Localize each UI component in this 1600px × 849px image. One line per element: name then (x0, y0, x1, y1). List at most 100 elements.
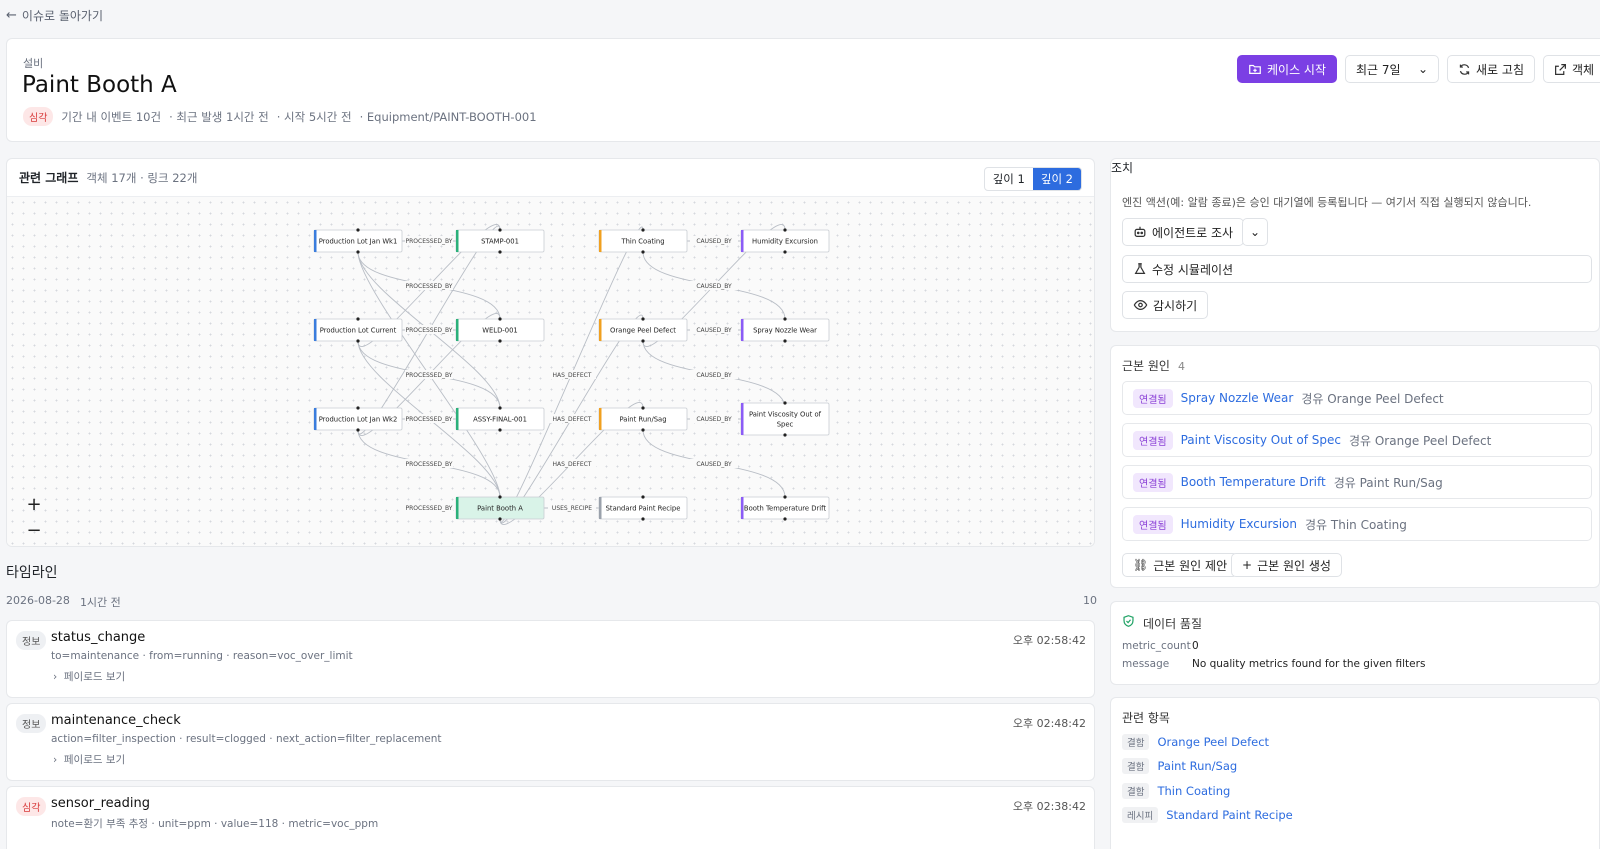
root-cause-via: 경유 Thin Coating (1304, 517, 1407, 532)
create-root-cause-button[interactable]: + 근본 원인 생성 (1231, 553, 1342, 577)
timeline-event: 심각 sensor_reading note=환기 부족 추정 · unit=p… (6, 786, 1095, 849)
root-cause-item[interactable]: 연결됨 Spray Nozzle Wear 경유 Orange Peel Def… (1122, 381, 1592, 415)
edge-label: CAUSED_BY (696, 238, 732, 245)
node-label: Production Lot Jan Wk2 (319, 416, 398, 424)
node-label: Paint Booth A (477, 505, 523, 513)
depth-toggle: 깊이 1 깊이 2 (983, 167, 1082, 191)
chevron-down-icon: ⌄ (1249, 225, 1261, 239)
node-handle (356, 406, 360, 410)
shield-check-icon (1123, 615, 1134, 627)
node-accent (314, 408, 317, 430)
node-label: Standard Paint Recipe (606, 505, 681, 513)
fit-view-icon[interactable]: ⛶ (21, 545, 47, 546)
root-cause-link[interactable]: Humidity Excursion (1181, 517, 1297, 531)
node-handle (783, 317, 787, 321)
view-payload-toggle[interactable]: › 페이로드 보기 (53, 752, 125, 767)
suggest-root-cause-button[interactable]: ⛓ 근본 원인 제안 (1122, 553, 1239, 577)
root-cause-link[interactable]: Spray Nozzle Wear (1181, 391, 1294, 405)
open-object-button[interactable]: 객체 (1543, 55, 1600, 83)
related-link[interactable]: Paint Run/Sag (1157, 759, 1237, 773)
node-accent (599, 230, 602, 252)
related-link[interactable]: Orange Peel Defect (1157, 735, 1269, 749)
node-handle (498, 317, 502, 321)
node-handle (356, 428, 360, 432)
node-handle (356, 228, 360, 232)
root-cause-item[interactable]: 연결됨 Paint Viscosity Out of Spec 경유 Orang… (1122, 423, 1592, 457)
eye-icon (1133, 300, 1148, 310)
chevron-right-icon: › (53, 754, 58, 766)
node-accent (456, 408, 459, 430)
root-cause-link[interactable]: Booth Temperature Drift (1181, 475, 1326, 489)
timeline-ago: 1시간 전 (79, 596, 121, 609)
root-cause-via: 경유 Orange Peel Defect (1348, 433, 1492, 448)
related-link[interactable]: Standard Paint Recipe (1166, 808, 1293, 822)
depth-2-button[interactable]: 깊이 2 (1032, 168, 1081, 190)
graph-node-thin[interactable]: Thin Coating (598, 228, 688, 254)
related-type-tag: 결함 (1122, 783, 1150, 799)
meta-events: 기간 내 이벤트 10건 (61, 109, 162, 124)
node-handle (641, 317, 645, 321)
node-label: Orange Peel Defect (610, 327, 676, 335)
simulate-fix-button[interactable]: 수정 시뮬레이션 (1122, 255, 1592, 283)
watch-button[interactable]: 감시하기 (1122, 291, 1209, 319)
graph-node-recipe[interactable]: Standard Paint Recipe (598, 495, 688, 521)
related-graph: 관련 그래프 객체 17개 · 링크 22개 깊이 1 깊이 2 PROCESS… (6, 158, 1095, 547)
edge-label: PROCESSED_BY (406, 416, 453, 423)
related-type-tag: 레시피 (1122, 807, 1159, 823)
chevron-down-icon: ⌄ (1417, 62, 1429, 76)
node-handle (641, 406, 645, 410)
chevron-right-icon: › (53, 671, 58, 683)
related-link[interactable]: Thin Coating (1157, 784, 1230, 798)
agent-menu-button[interactable]: ⌄ (1242, 218, 1268, 246)
range-select[interactable]: 최근 7일 ⌄ (1345, 55, 1440, 83)
node-handle (498, 406, 502, 410)
root-cause-link[interactable]: Paint Viscosity Out of Spec (1181, 433, 1341, 447)
graph-node-lotc[interactable]: Production Lot Current (313, 317, 403, 343)
event-time: 오후 02:48:42 (1012, 717, 1086, 730)
event-attributes: to=maintenance · from=running · reason=v… (51, 650, 353, 662)
graph-node-visc[interactable]: Paint Viscosity Out of Spec (740, 401, 830, 437)
graph-node-weld[interactable]: WELD-001 (455, 317, 545, 343)
linked-badge: 연결됨 (1133, 472, 1173, 492)
depth-1-button[interactable]: 깊이 1 (985, 168, 1033, 190)
node-accent (456, 230, 459, 252)
zoom-out-icon[interactable]: − (21, 519, 47, 541)
level-badge: 정보 (16, 631, 47, 650)
node-label: Spec (777, 421, 794, 429)
related-item: 결함 Orange Peel Defect (1122, 734, 1269, 750)
graph-node-nozzle[interactable]: Spray Nozzle Wear (740, 317, 830, 343)
graph-node-lot1[interactable]: Production Lot Jan Wk1 (313, 228, 403, 254)
back-label: 이슈로 돌아가기 (21, 9, 104, 23)
graph-node-assy[interactable]: ASSY-FINAL-001 (455, 406, 545, 432)
node-label: Spray Nozzle Wear (753, 327, 817, 335)
edge-label: CAUSED_BY (696, 461, 732, 468)
node-handle (783, 495, 787, 499)
graph-canvas[interactable]: PROCESSED_BY PROCESSED_BY PROCESSED_BY PROC… (7, 196, 1094, 546)
node-handle (498, 250, 502, 254)
view-payload-toggle[interactable]: › 페이로드 보기 (53, 669, 125, 684)
graph-svg: PROCESSED_BY PROCESSED_BY PROCESSED_BY PROC… (313, 224, 830, 525)
graph-node-lot2[interactable]: Production Lot Jan Wk2 (313, 406, 403, 432)
root-cause-item[interactable]: 연결됨 Booth Temperature Drift 경유 Paint Run… (1122, 465, 1592, 499)
level-badge: 정보 (16, 714, 47, 733)
node-label: Humidity Excursion (752, 238, 818, 246)
refresh-button[interactable]: 새로 고침 (1447, 55, 1535, 83)
related-item: 결함 Thin Coating (1122, 783, 1230, 799)
graph-node-humid[interactable]: Humidity Excursion (740, 228, 830, 254)
root-cause-item[interactable]: 연결됨 Humidity Excursion 경유 Thin Coating (1122, 507, 1592, 541)
graph-node-temp[interactable]: Booth Temperature Drift (740, 495, 830, 521)
graph-node-pba[interactable]: Paint Booth A (455, 495, 545, 521)
node-label: Production Lot Current (320, 327, 397, 335)
root-cause-via: 경유 Paint Run/Sag (1333, 475, 1443, 490)
node-label: Production Lot Jan Wk1 (319, 238, 398, 246)
zoom-in-icon[interactable]: + (21, 493, 47, 515)
graph-node-stamp[interactable]: STAMP-001 (455, 228, 545, 254)
linked-badge: 연결됨 (1133, 430, 1173, 450)
graph-node-orange[interactable]: Orange Peel Defect (598, 317, 688, 343)
data-quality-title: 데이터 품질 (1143, 617, 1203, 631)
back-link[interactable]: ← 이슈로 돌아가기 (6, 7, 103, 24)
graph-node-runsag[interactable]: Paint Run/Sag (598, 406, 688, 432)
investigate-agent-button[interactable]: 에이전트로 조사 (1122, 218, 1245, 246)
start-case-button[interactable]: 케이스 시작 (1237, 55, 1338, 83)
graph-header: 관련 그래프 객체 17개 · 링크 22개 (19, 169, 197, 186)
